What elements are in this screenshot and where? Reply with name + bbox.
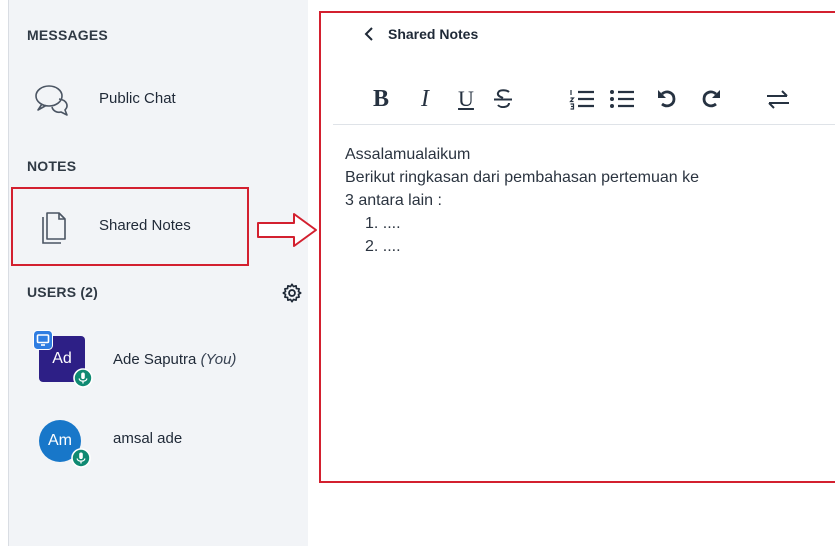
strikethrough-icon[interactable]	[490, 82, 516, 116]
chat-icon	[35, 85, 68, 116]
bullet-list-icon[interactable]	[608, 82, 636, 116]
notes-editor[interactable]: Assalamualaikum Berikut ringkasan dari p…	[345, 143, 833, 258]
public-chat-label: Public Chat	[99, 90, 176, 107]
chevron-left-icon	[364, 27, 373, 41]
note-list-item: 1. ....	[365, 215, 401, 232]
numbered-list-icon[interactable]	[568, 82, 596, 116]
audio-status-icon	[71, 448, 91, 468]
back-button[interactable]: Shared Notes	[364, 26, 478, 42]
users-section-title: USERS (2)	[27, 284, 99, 300]
user-name: amsal ade	[113, 430, 182, 447]
sidebar-item-public-chat[interactable]: Public Chat	[9, 72, 308, 128]
italic-icon[interactable]: I	[414, 82, 436, 116]
highlight-box	[11, 187, 249, 266]
undo-icon[interactable]	[654, 82, 680, 116]
note-list-item: 2. ....	[365, 238, 401, 255]
note-line: Assalamualaikum	[345, 146, 471, 163]
bold-icon[interactable]: B	[368, 82, 394, 116]
user-name: Ade Saputra (You)	[113, 351, 236, 368]
presenter-icon	[33, 330, 53, 350]
audio-status-icon	[73, 368, 93, 388]
note-line: Berikut ringkasan dari pembahasan pertem…	[345, 169, 699, 186]
user-list-item[interactable]: Ad Ade Saputra (You)	[9, 330, 308, 390]
notes-section-title: NOTES	[27, 158, 77, 174]
gear-icon[interactable]	[281, 282, 303, 304]
editor-toolbar: B I U	[358, 82, 835, 118]
you-suffix: (You)	[200, 351, 237, 368]
panel-title: Shared Notes	[388, 26, 479, 42]
messages-section-title: MESSAGES	[27, 27, 108, 43]
avatar-initials: Ad	[52, 350, 72, 367]
user-name-text: Ade Saputra	[113, 351, 197, 368]
sidebar: MESSAGES Public Chat NOTES Shared Notes …	[8, 0, 308, 546]
user-name-text: amsal ade	[113, 430, 183, 447]
redo-icon[interactable]	[698, 82, 724, 116]
toolbar-divider	[333, 124, 835, 125]
import-export-icon[interactable]	[764, 82, 792, 116]
note-line: 3 antara lain :	[345, 192, 442, 209]
avatar-initials: Am	[48, 432, 72, 449]
underline-icon[interactable]: U	[454, 82, 478, 116]
arrow-right-icon	[257, 213, 317, 247]
user-list-item[interactable]: Am amsal ade	[9, 418, 308, 478]
